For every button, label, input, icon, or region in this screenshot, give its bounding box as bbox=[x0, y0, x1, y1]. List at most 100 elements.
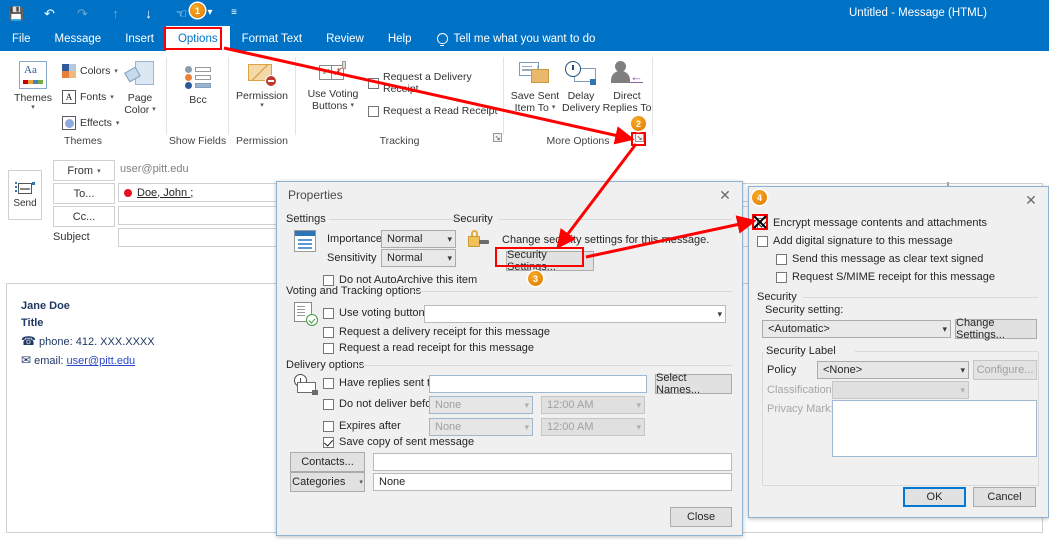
contacts-button[interactable]: Contacts... bbox=[290, 452, 365, 472]
tab-format-text[interactable]: Format Text bbox=[230, 26, 315, 51]
not-before-date-select[interactable]: None ▾ bbox=[429, 396, 533, 414]
group-label-tracking: Tracking bbox=[379, 135, 420, 147]
ribbon-group-permission: Permission ▾ Permission bbox=[229, 51, 295, 149]
highlight-more-options-launcher bbox=[631, 132, 646, 146]
categories-button[interactable]: Categories ▾ bbox=[290, 472, 365, 492]
expires-after-label: Expires after bbox=[339, 420, 401, 432]
checkbox-icon bbox=[323, 326, 334, 338]
tab-insert[interactable]: Insert bbox=[113, 26, 166, 51]
close-button[interactable]: Close bbox=[670, 507, 732, 527]
to-button[interactable]: To... bbox=[53, 183, 115, 204]
save-sent-item-icon: ↓ bbox=[519, 61, 551, 87]
configure-button: Configure... bbox=[973, 360, 1037, 380]
delivery-receipt-checkbox[interactable]: Request a delivery receipt for this mess… bbox=[323, 326, 550, 338]
ribbon: Themes ▾ Colors ▾ A Fonts ▾ Effects ▾ Pa… bbox=[0, 51, 1049, 150]
expires-date-select[interactable]: None ▾ bbox=[429, 418, 533, 436]
fonts-button[interactable]: A Fonts ▾ bbox=[62, 90, 114, 104]
effects-button[interactable]: Effects ▾ bbox=[62, 116, 119, 130]
importance-select[interactable]: Normal ▾ bbox=[381, 230, 456, 248]
delay-delivery-label-line1: Delay bbox=[567, 90, 595, 102]
clear-text-signed-label: Send this message as clear text signed bbox=[792, 253, 984, 265]
tab-help[interactable]: Help bbox=[376, 26, 424, 51]
classification-select: ▾ bbox=[832, 381, 969, 399]
signature-email-link[interactable]: user@pitt.edu bbox=[67, 355, 136, 367]
request-read-receipt-checkbox[interactable]: Request a Read Receipt bbox=[368, 105, 497, 117]
close-icon[interactable]: ✕ bbox=[1014, 187, 1048, 213]
ribbon-group-show-fields: Bcc Show Fields bbox=[167, 51, 228, 149]
tab-file[interactable]: File bbox=[0, 26, 43, 51]
cc-button[interactable]: Cc... bbox=[53, 206, 115, 227]
checkbox-checked-icon bbox=[323, 436, 334, 448]
privacy-mark-field[interactable] bbox=[832, 400, 1037, 457]
smime-receipt-checkbox[interactable]: Request S/MIME receipt for this message bbox=[776, 271, 995, 283]
do-not-deliver-before-checkbox[interactable]: Do not deliver before bbox=[323, 398, 441, 410]
page-color-button[interactable]: Page Color ▾ bbox=[113, 61, 167, 116]
tab-review[interactable]: Review bbox=[314, 26, 376, 51]
clear-text-signed-checkbox[interactable]: Send this message as clear text signed bbox=[776, 253, 983, 265]
voting-buttons-combobox[interactable]: ▾ bbox=[424, 305, 726, 323]
chevron-down-icon: ▾ bbox=[31, 104, 35, 112]
contacts-field[interactable] bbox=[373, 453, 732, 471]
step-badge-2: 2 bbox=[631, 116, 646, 131]
direct-replies-to-button[interactable]: ← Direct Replies To bbox=[600, 61, 654, 114]
lightbulb-icon bbox=[437, 33, 449, 46]
have-replies-sent-to-checkbox[interactable]: Have replies sent to bbox=[323, 377, 436, 389]
recipient-chip[interactable]: Doe, John ; bbox=[124, 187, 193, 199]
expires-after-checkbox[interactable]: Expires after bbox=[323, 420, 401, 432]
checkbox-icon bbox=[757, 235, 768, 247]
checkbox-icon bbox=[776, 271, 787, 283]
tell-me-search[interactable]: Tell me what you want to do bbox=[437, 33, 595, 46]
delivery-legend: Delivery options bbox=[286, 359, 365, 371]
group-label-show-fields: Show Fields bbox=[168, 135, 227, 147]
security-setting-value: <Automatic> bbox=[768, 323, 830, 335]
from-button[interactable]: From ▾ bbox=[53, 160, 115, 181]
permission-button[interactable]: Permission ▾ bbox=[235, 61, 289, 110]
signature-title: Title bbox=[21, 317, 44, 330]
chevron-down-icon: ▾ bbox=[636, 399, 641, 410]
tab-message[interactable]: Message bbox=[43, 26, 114, 51]
have-replies-field[interactable] bbox=[429, 375, 647, 393]
classification-label: Classification bbox=[767, 384, 832, 396]
expires-time-select[interactable]: 12:00 AM ▾ bbox=[541, 418, 645, 436]
change-settings-button[interactable]: Change Settings... bbox=[955, 317, 1037, 341]
chevron-down-icon: ▾ bbox=[350, 102, 355, 110]
chevron-down-icon: ▾ bbox=[359, 479, 363, 486]
fonts-icon: A bbox=[62, 90, 76, 104]
window-title: Untitled - Message (HTML) bbox=[848, 7, 987, 19]
delivery-group-rule bbox=[357, 365, 732, 366]
properties-dialog-title: Properties bbox=[277, 182, 742, 208]
sensitivity-value: Normal bbox=[387, 252, 423, 264]
sensitivity-select[interactable]: Normal ▾ bbox=[381, 249, 456, 267]
bcc-button[interactable]: Bcc bbox=[171, 65, 225, 106]
colors-button[interactable]: Colors ▾ bbox=[62, 64, 118, 78]
ok-button[interactable]: OK bbox=[903, 487, 966, 507]
chevron-down-icon: ▾ bbox=[97, 167, 101, 175]
not-before-time-select[interactable]: 12:00 AM ▾ bbox=[541, 396, 645, 414]
select-names-button[interactable]: Select Names... bbox=[655, 372, 732, 396]
ribbon-divider bbox=[652, 57, 653, 135]
digital-signature-checkbox[interactable]: Add digital signature to this message bbox=[757, 235, 953, 247]
bcc-icon bbox=[184, 65, 212, 91]
send-button[interactable]: Send bbox=[8, 170, 42, 220]
email-signature: Jane Doe Title ☎ phone: 412. XXX.XXXX ✉ … bbox=[21, 298, 155, 370]
security-properties-dialog: ✕ Encrypt message contents and attachmen… bbox=[748, 186, 1049, 518]
cancel-button[interactable]: Cancel bbox=[973, 487, 1036, 507]
expires-time-value: 12:00 AM bbox=[547, 421, 594, 433]
use-voting-buttons-button[interactable]: ✓ ✗ Use Voting Buttons ▾ bbox=[302, 61, 364, 112]
chevron-down-icon: ▾ bbox=[524, 421, 529, 432]
save-copy-checkbox[interactable]: Save copy of sent message bbox=[323, 436, 474, 448]
use-voting-buttons-checkbox[interactable]: Use voting buttons bbox=[323, 307, 430, 319]
voting-buttons-icon: ✓ ✗ bbox=[318, 61, 348, 85]
policy-select[interactable]: <None> ▾ bbox=[817, 361, 969, 379]
encrypt-checkbox[interactable]: Encrypt message contents and attachments bbox=[757, 217, 987, 229]
read-receipt-checkbox[interactable]: Request a read receipt for this message bbox=[323, 342, 534, 354]
page-color-label-line2: Color bbox=[124, 104, 150, 117]
page-color-icon bbox=[126, 61, 154, 89]
request-delivery-receipt-checkbox[interactable]: Request a Delivery Receipt bbox=[368, 71, 503, 95]
close-icon[interactable]: ✕ bbox=[708, 182, 742, 208]
security-setting-select[interactable]: <Automatic> ▾ bbox=[762, 320, 951, 338]
categories-field[interactable]: None bbox=[373, 473, 732, 491]
tracking-dialog-launcher[interactable]: ↘ bbox=[493, 133, 502, 142]
checkbox-icon bbox=[323, 420, 334, 432]
themes-button[interactable]: Themes ▾ bbox=[6, 61, 60, 112]
